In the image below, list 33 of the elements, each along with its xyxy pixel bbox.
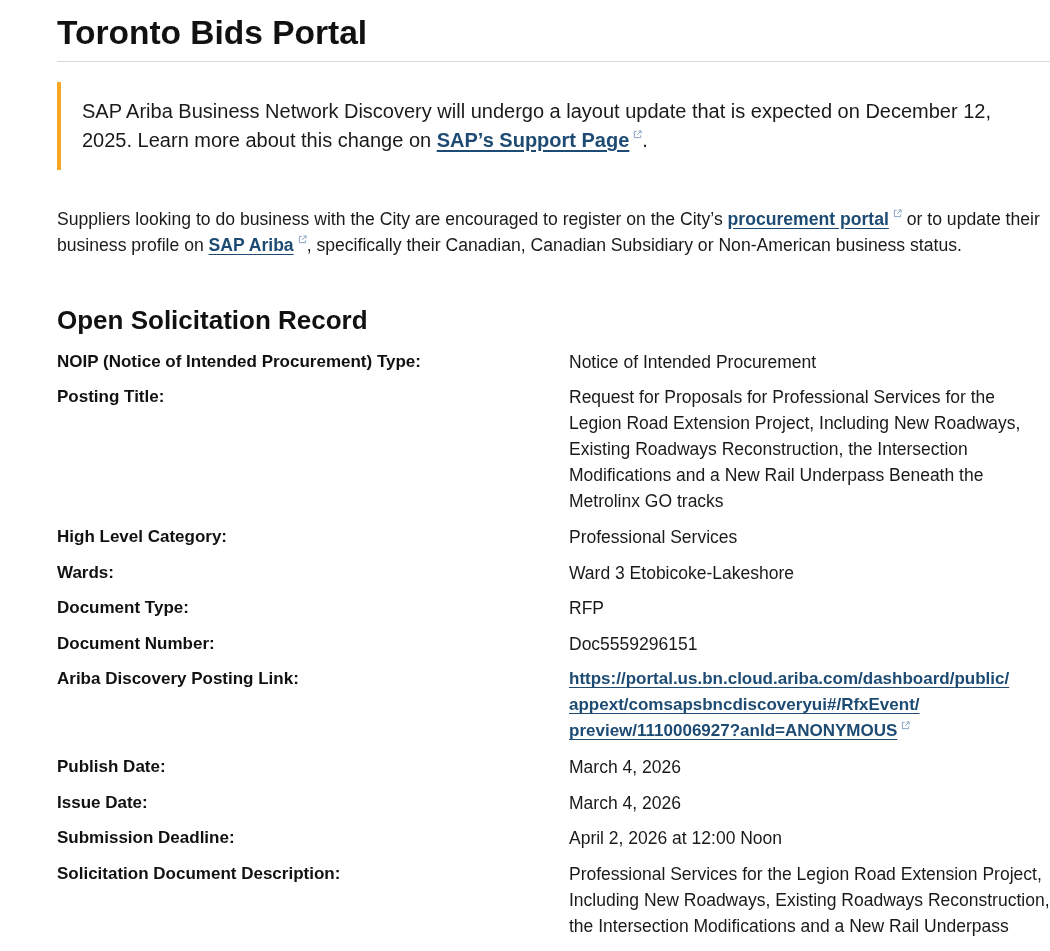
section-heading: Open Solicitation Record xyxy=(57,304,368,337)
field-label: Solicitation Document Description: xyxy=(57,862,341,885)
posting-link[interactable]: https://portal.us.bn.cloud.ariba.com/dashboard/public/appext/comsapsbncdiscoveryui#/RfxEvent/preview/1110006927?anId=ANONYMOUS xyxy=(569,666,1050,745)
field-label: Submission Deadline: xyxy=(57,827,235,850)
field-label: Publish Date: xyxy=(57,755,166,778)
field-value: April 2, 2026 at 12:00 Noon xyxy=(569,827,783,851)
notice-text: SAP Ariba Business Network Discovery will undergo a layout update that is expected on December 12, 2025. Learn more about this change on SAP’s Support Page . xyxy=(82,99,992,153)
intro-paragraph: Suppliers looking to do business with the City are encouraged to register on the City’s procurement portal or to update their business profile on SAP Ariba , specifically their Canadian, Canadian Subsidiary or Non-American business status. xyxy=(57,208,1041,257)
field-label: Ariba Discovery Posting Link: xyxy=(57,668,299,691)
field-value: Professional Services xyxy=(569,526,738,549)
support-page-link[interactable]: SAP’s Support Page xyxy=(436,129,643,151)
field-label: Document Type: xyxy=(57,597,189,620)
external-link-icon xyxy=(633,130,643,140)
field-label: Wards: xyxy=(57,561,114,584)
field-value: Doc5559296151 xyxy=(569,632,698,656)
page-title: Toronto Bids Portal xyxy=(57,13,368,53)
field-label: Posting Title: xyxy=(57,386,165,409)
field-value: March 4, 2026 xyxy=(569,791,681,815)
field-value: RFP xyxy=(569,597,604,621)
field-value: Notice of Intended Procurement xyxy=(569,350,817,374)
field-label: NOIP (Notice of Intended Procurement) Type: xyxy=(57,350,421,373)
field-label: High Level Category: xyxy=(57,526,228,548)
field-value: Professional Services for the Legion Road Extension Project, Including New Roadways, Existing Roadways Reconstruction, the Intersection Modifications and a New Rail Underpass xyxy=(569,862,1050,938)
field-value: Request for Proposals for Professional Services for the Legion Road Extension Project, Including New Roadways, Existing Roadways Reconstruction, the Intersection Modifications and a New Rail Underpass Beneath the Metrolinx GO tracks xyxy=(569,386,1022,514)
field-value: Ward 3 Etobicoke-Lakeshore xyxy=(569,561,795,585)
intro-link[interactable]: SAP Ariba xyxy=(208,235,307,255)
field-label: Issue Date: xyxy=(57,791,148,814)
external-link-icon xyxy=(297,235,307,245)
field-value: March 4, 2026 xyxy=(569,755,681,779)
external-link-icon xyxy=(901,720,911,730)
intro-link[interactable]: procurement portal xyxy=(727,209,902,229)
field-label: Document Number: xyxy=(57,632,215,655)
external-link-icon xyxy=(892,209,902,219)
